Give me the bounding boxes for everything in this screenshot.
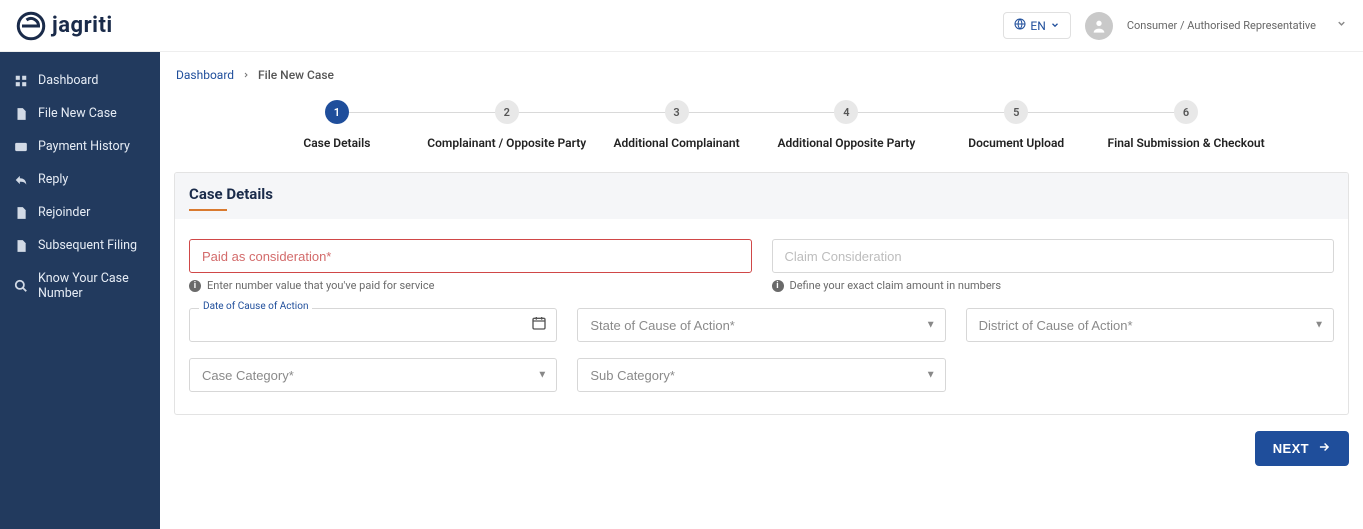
sidebar-item-label: Dashboard	[38, 73, 98, 88]
step-label: Complainant / Opposite Party	[427, 136, 586, 150]
calendar-icon[interactable]	[531, 315, 547, 335]
app-header: jagriti EN Consumer / Authorised Represe…	[0, 0, 1363, 52]
document-icon	[14, 107, 28, 121]
language-switcher[interactable]: EN	[1003, 12, 1070, 39]
date-floating-label: Date of Cause of Action	[199, 301, 312, 312]
sidebar-item-know-case-number[interactable]: Know Your Case Number	[0, 262, 160, 310]
reply-icon	[14, 173, 28, 187]
document-icon	[14, 239, 28, 253]
step-number: 6	[1174, 100, 1198, 124]
sidebar-item-reply[interactable]: Reply	[0, 163, 160, 196]
step-additional-opposite[interactable]: 4 Additional Opposite Party	[761, 100, 931, 150]
sidebar: Dashboard File New Case Payment History …	[0, 52, 160, 529]
avatar[interactable]	[1085, 12, 1113, 40]
next-button[interactable]: NEXT	[1255, 431, 1349, 466]
breadcrumb: Dashboard File New Case	[174, 68, 1349, 82]
claim-consideration-input[interactable]	[772, 239, 1335, 273]
globe-icon	[1014, 18, 1026, 33]
date-of-cause-input[interactable]	[189, 308, 557, 342]
info-icon: i	[772, 280, 784, 292]
card-header: Case Details	[175, 173, 1348, 219]
step-case-details[interactable]: 1 Case Details	[252, 100, 422, 150]
stepper: 1 Case Details 2 Complainant / Opposite …	[174, 100, 1349, 150]
claim-helper-text: i Define your exact claim amount in numb…	[772, 279, 1335, 292]
brand-name: jagriti	[52, 13, 113, 38]
step-number: 3	[665, 100, 689, 124]
next-button-label: NEXT	[1273, 441, 1309, 456]
brand-logo-icon	[16, 11, 46, 41]
info-icon: i	[189, 280, 201, 292]
step-number: 2	[495, 100, 519, 124]
breadcrumb-current: File New Case	[258, 68, 334, 82]
sidebar-item-label: Reply	[38, 172, 68, 187]
step-label: Case Details	[303, 136, 370, 150]
card-body: i Enter number value that you've paid fo…	[175, 219, 1348, 414]
sidebar-item-label: Subsequent Filing	[38, 238, 137, 253]
step-number: 4	[834, 100, 858, 124]
step-label: Additional Opposite Party	[777, 136, 915, 150]
state-of-cause-select[interactable]	[577, 308, 945, 342]
header-right: EN Consumer / Authorised Representative	[1003, 12, 1347, 40]
sidebar-item-payment-history[interactable]: Payment History	[0, 130, 160, 163]
paid-helper-text: i Enter number value that you've paid fo…	[189, 279, 752, 292]
card-icon	[14, 140, 28, 154]
search-icon	[14, 279, 28, 293]
step-document-upload[interactable]: 5 Document Upload	[931, 100, 1101, 150]
district-of-cause-select[interactable]	[966, 308, 1334, 342]
sidebar-item-rejoinder[interactable]: Rejoinder	[0, 196, 160, 229]
step-number: 1	[325, 100, 349, 124]
step-label: Document Upload	[968, 136, 1064, 150]
case-details-card: Case Details i Enter number value that y…	[174, 172, 1349, 415]
main-content: Dashboard File New Case 1 Case Details 2…	[160, 52, 1363, 529]
document-icon	[14, 206, 28, 220]
chevron-right-icon	[242, 68, 250, 82]
step-label: Additional Complainant	[613, 136, 739, 150]
card-title: Case Details	[189, 185, 1334, 211]
sidebar-item-label: Know Your Case Number	[38, 271, 146, 301]
step-number: 5	[1004, 100, 1028, 124]
brand: jagriti	[16, 11, 113, 41]
sidebar-item-dashboard[interactable]: Dashboard	[0, 64, 160, 97]
sub-category-select[interactable]	[577, 358, 945, 392]
grid-icon	[14, 74, 28, 88]
step-complainant-opposite[interactable]: 2 Complainant / Opposite Party	[422, 100, 592, 150]
step-additional-complainant[interactable]: 3 Additional Complainant	[592, 100, 762, 150]
sidebar-item-label: Payment History	[38, 139, 130, 154]
helper-label: Enter number value that you've paid for …	[207, 279, 434, 292]
sidebar-item-file-new-case[interactable]: File New Case	[0, 97, 160, 130]
step-final-submission[interactable]: 6 Final Submission & Checkout	[1101, 100, 1271, 150]
step-label: Final Submission & Checkout	[1108, 136, 1265, 150]
user-role-label: Consumer / Authorised Representative	[1127, 19, 1316, 32]
chevron-down-icon[interactable]	[1336, 18, 1347, 33]
arrow-right-icon	[1317, 440, 1331, 457]
sidebar-item-label: File New Case	[38, 106, 117, 121]
language-label: EN	[1030, 19, 1045, 33]
paid-as-consideration-input[interactable]	[189, 239, 752, 273]
sidebar-item-label: Rejoinder	[38, 205, 90, 220]
form-actions: NEXT	[174, 431, 1349, 466]
chevron-down-icon	[1050, 19, 1060, 33]
helper-label: Define your exact claim amount in number…	[790, 279, 1002, 292]
case-category-select[interactable]	[189, 358, 557, 392]
sidebar-item-subsequent-filing[interactable]: Subsequent Filing	[0, 229, 160, 262]
breadcrumb-root[interactable]: Dashboard	[176, 68, 234, 82]
